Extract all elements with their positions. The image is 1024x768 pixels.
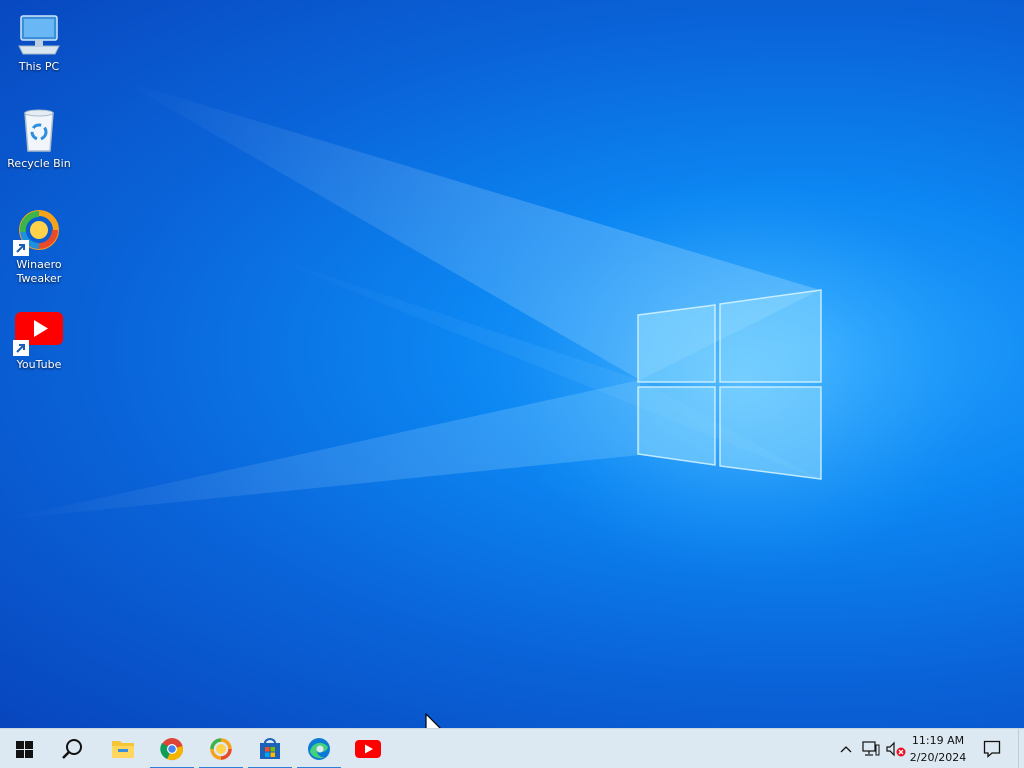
taskbar-chrome[interactable] bbox=[148, 729, 196, 768]
taskbar: 11:19 AM 2/20/2024 bbox=[0, 728, 1024, 768]
desktop[interactable]: This PC Recycle Bin Winaero Tweaker YouT… bbox=[0, 0, 1024, 728]
desktop-icon-winaero-tweaker[interactable]: Winaero Tweaker bbox=[1, 208, 77, 286]
this-pc-label: This PC bbox=[18, 60, 60, 73]
taskbar-edge[interactable] bbox=[295, 729, 343, 768]
chrome-icon bbox=[160, 738, 183, 761]
recycle-bin-icon bbox=[15, 107, 63, 155]
microsoft-store-icon bbox=[260, 738, 280, 759]
tray-network[interactable] bbox=[859, 729, 883, 768]
tray-show-hidden-icons[interactable] bbox=[836, 729, 856, 768]
youtube-icon bbox=[13, 308, 63, 356]
action-center-icon bbox=[983, 740, 1001, 758]
youtube-label: YouTube bbox=[16, 358, 62, 371]
shortcut-arrow-icon bbox=[13, 340, 29, 356]
windows-wallpaper-logo bbox=[637, 289, 822, 480]
chevron-up-icon bbox=[840, 746, 852, 753]
network-icon bbox=[862, 741, 880, 756]
desktop-icon-youtube[interactable]: YouTube bbox=[1, 308, 77, 372]
this-pc-icon bbox=[15, 10, 63, 58]
taskbar-file-explorer[interactable] bbox=[99, 729, 147, 768]
file-explorer-icon bbox=[112, 741, 134, 758]
winaero-tweaker-icon bbox=[210, 738, 232, 760]
winaero-tweaker-label-line2: Tweaker bbox=[16, 272, 62, 285]
clock-date: 2/20/2024 bbox=[909, 751, 967, 764]
tray-volume[interactable] bbox=[884, 729, 908, 768]
start-button[interactable] bbox=[0, 729, 48, 768]
desktop-icon-recycle-bin[interactable]: Recycle Bin bbox=[1, 107, 77, 171]
volume-muted-icon bbox=[886, 741, 906, 757]
youtube-icon bbox=[355, 740, 381, 758]
search-icon bbox=[62, 739, 82, 759]
tray-action-center[interactable] bbox=[978, 729, 1006, 768]
show-desktop-button[interactable] bbox=[1018, 729, 1024, 768]
edge-icon bbox=[308, 738, 330, 760]
winaero-tweaker-icon bbox=[13, 208, 63, 256]
wallpaper-beams bbox=[0, 80, 980, 580]
taskbar-microsoft-store[interactable] bbox=[246, 729, 294, 768]
taskbar-youtube[interactable] bbox=[344, 729, 392, 768]
windows-start-icon bbox=[15, 740, 33, 758]
taskbar-winaero-tweaker[interactable] bbox=[197, 729, 245, 768]
clock-time: 11:19 AM bbox=[911, 734, 965, 747]
winaero-tweaker-label-line1: Winaero bbox=[16, 258, 62, 271]
shortcut-arrow-icon bbox=[13, 240, 29, 256]
desktop-icon-this-pc[interactable]: This PC bbox=[1, 10, 77, 74]
recycle-bin-label: Recycle Bin bbox=[7, 157, 71, 170]
tray-clock[interactable]: 11:19 AM 2/20/2024 bbox=[906, 732, 970, 766]
search-button[interactable] bbox=[48, 729, 96, 768]
